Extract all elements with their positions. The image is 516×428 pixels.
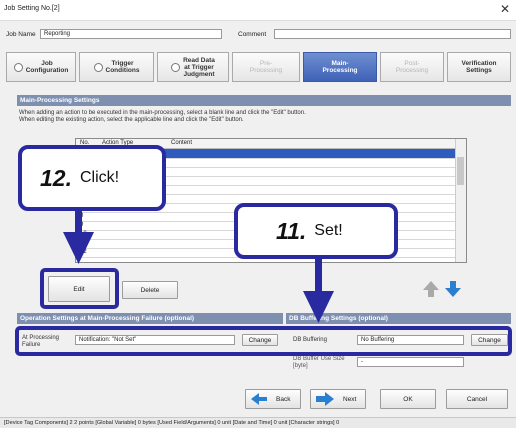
step-label: Conditions xyxy=(105,67,140,74)
comment-field[interactable] xyxy=(274,29,511,39)
next-label: Next xyxy=(343,395,357,403)
next-button[interactable]: Next xyxy=(310,389,366,409)
next-arrow-icon xyxy=(316,392,334,406)
step-label: Pre- xyxy=(259,60,273,67)
db-buffer-size-line: [byte] xyxy=(293,363,308,369)
ok-button[interactable]: OK xyxy=(380,389,436,409)
edit-highlight xyxy=(40,268,119,309)
settings-highlight xyxy=(15,326,512,356)
radio-icon xyxy=(93,62,103,72)
instruction-text: When adding an action to be executed in … xyxy=(19,110,499,124)
instruction-line: When adding an action to be executed in … xyxy=(19,110,306,116)
scrollbar-thumb[interactable] xyxy=(457,157,464,185)
callout-11: 11. Set! xyxy=(234,203,398,259)
job-name-field[interactable]: Reporting xyxy=(40,29,222,39)
step-verification-settings[interactable]: Verification Settings xyxy=(447,52,511,82)
column-header: Content xyxy=(171,140,193,146)
back-arrow-icon xyxy=(251,393,267,405)
step-label: at Trigger xyxy=(184,63,214,71)
step-trigger-conditions[interactable]: Trigger Conditions xyxy=(79,52,154,82)
callout-11-text: Set! xyxy=(314,222,343,239)
step-label: Judgment xyxy=(183,70,215,78)
step-label: Verification xyxy=(461,60,497,67)
move-down-icon[interactable] xyxy=(443,279,463,299)
delete-button[interactable]: Delete xyxy=(122,281,178,299)
failure-settings-heading: Operation Settings at Main-Processing Fa… xyxy=(17,313,283,324)
back-label: Back xyxy=(276,395,291,403)
callout-12: 12. Click! xyxy=(18,145,166,211)
window-title: Job Setting No.[2] xyxy=(4,5,60,12)
step-label: Trigger xyxy=(111,60,134,67)
comment-label: Comment xyxy=(238,31,267,38)
radio-icon xyxy=(171,62,181,72)
step-label: Processing xyxy=(322,67,358,74)
db-buffer-size-label: DB Buffer Use Size [byte] xyxy=(293,356,345,370)
callout-12-number: 12. xyxy=(40,164,72,191)
cancel-button[interactable]: Cancel xyxy=(446,389,508,409)
step-label: Configuration xyxy=(25,67,69,74)
table-scrollbar[interactable] xyxy=(455,139,466,262)
radio-icon xyxy=(13,62,23,72)
status-bar: [Device Tag Components] 2 2 points [Glob… xyxy=(0,417,516,428)
job-name-label: Job Name xyxy=(6,31,36,38)
step-main-processing[interactable]: Main- Processing xyxy=(303,52,377,82)
callout-12-arrow-head xyxy=(63,232,94,264)
callout-11-arrow-head xyxy=(303,291,334,323)
step-label: Job xyxy=(41,60,53,67)
instruction-line: When editing the existing action, select… xyxy=(19,117,244,123)
step-label: Settings xyxy=(466,67,492,74)
db-buffer-size-line: DB Buffer Use Size xyxy=(293,356,345,362)
step-label: Read Data xyxy=(183,56,215,64)
main-processing-heading: Main-Processing Settings xyxy=(17,95,511,106)
callout-11-arrow-shaft xyxy=(315,255,322,295)
title-bar: Job Setting No.[2] ✕ xyxy=(0,0,516,21)
step-read-data[interactable]: Read Data at Trigger Judgment xyxy=(157,52,229,82)
step-pre-processing[interactable]: Pre- Processing xyxy=(232,52,300,82)
step-job-configuration[interactable]: Job Configuration xyxy=(6,52,76,82)
step-label: Processing xyxy=(395,67,429,74)
db-buffer-size-field: - xyxy=(357,357,464,367)
callout-11-number: 11. xyxy=(276,217,307,244)
step-label: Post- xyxy=(404,60,420,67)
callout-12-text: Click! xyxy=(79,169,120,186)
step-label: Processing xyxy=(249,67,283,74)
move-up-icon[interactable] xyxy=(421,279,441,299)
close-icon[interactable]: ✕ xyxy=(500,2,510,16)
step-label: Main- xyxy=(331,60,349,67)
step-post-processing[interactable]: Post- Processing xyxy=(380,52,444,82)
back-button[interactable]: Back xyxy=(245,389,301,409)
